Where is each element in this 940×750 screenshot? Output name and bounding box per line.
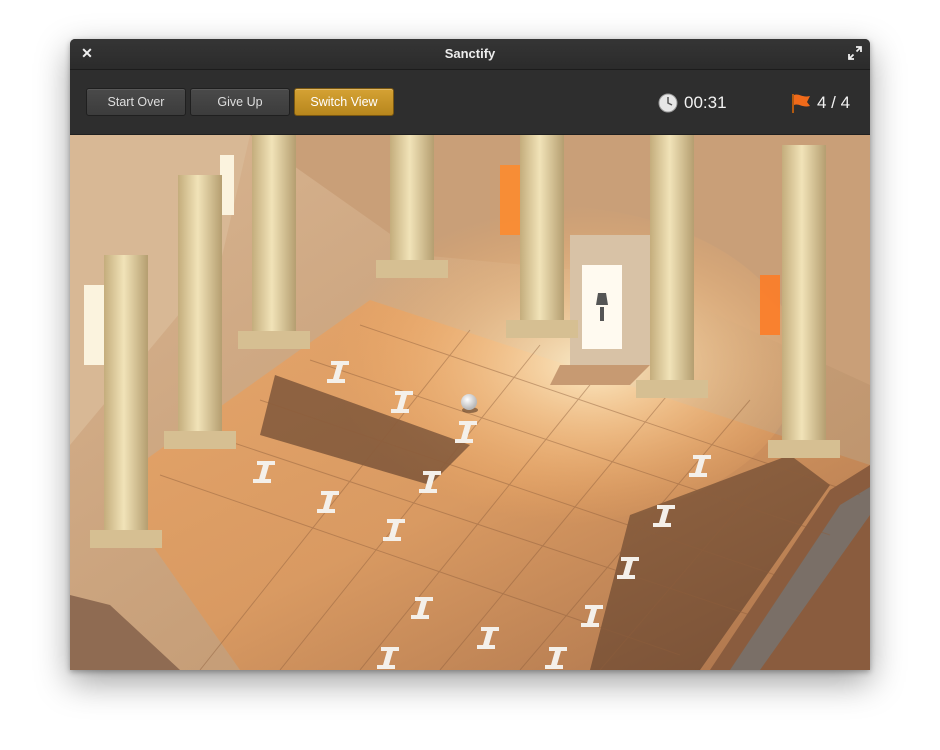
title-bar: ✕ Sanctify — [70, 39, 870, 70]
game-window: ✕ Sanctify Start Over Give Up Switch Vie… — [70, 39, 870, 670]
game-board[interactable] — [70, 135, 870, 670]
timer: 00:31 — [658, 92, 727, 114]
timer-value: 00:31 — [684, 93, 727, 112]
flag-icon — [792, 94, 810, 113]
switch-view-button[interactable]: Switch View — [294, 88, 394, 116]
start-over-button[interactable]: Start Over — [86, 88, 186, 116]
player-piece[interactable] — [461, 394, 477, 410]
maximize-button[interactable] — [848, 46, 862, 60]
flag-counter: 4 / 4 — [790, 92, 850, 114]
flag-count-value: 4 / 4 — [817, 93, 851, 112]
give-up-button[interactable]: Give Up — [190, 88, 290, 116]
toolbar: Start Over Give Up Switch View 00:31 4 /… — [70, 70, 870, 135]
clock-icon — [658, 93, 678, 113]
window-title: Sanctify — [444, 46, 496, 61]
maximize-icon — [848, 46, 862, 60]
